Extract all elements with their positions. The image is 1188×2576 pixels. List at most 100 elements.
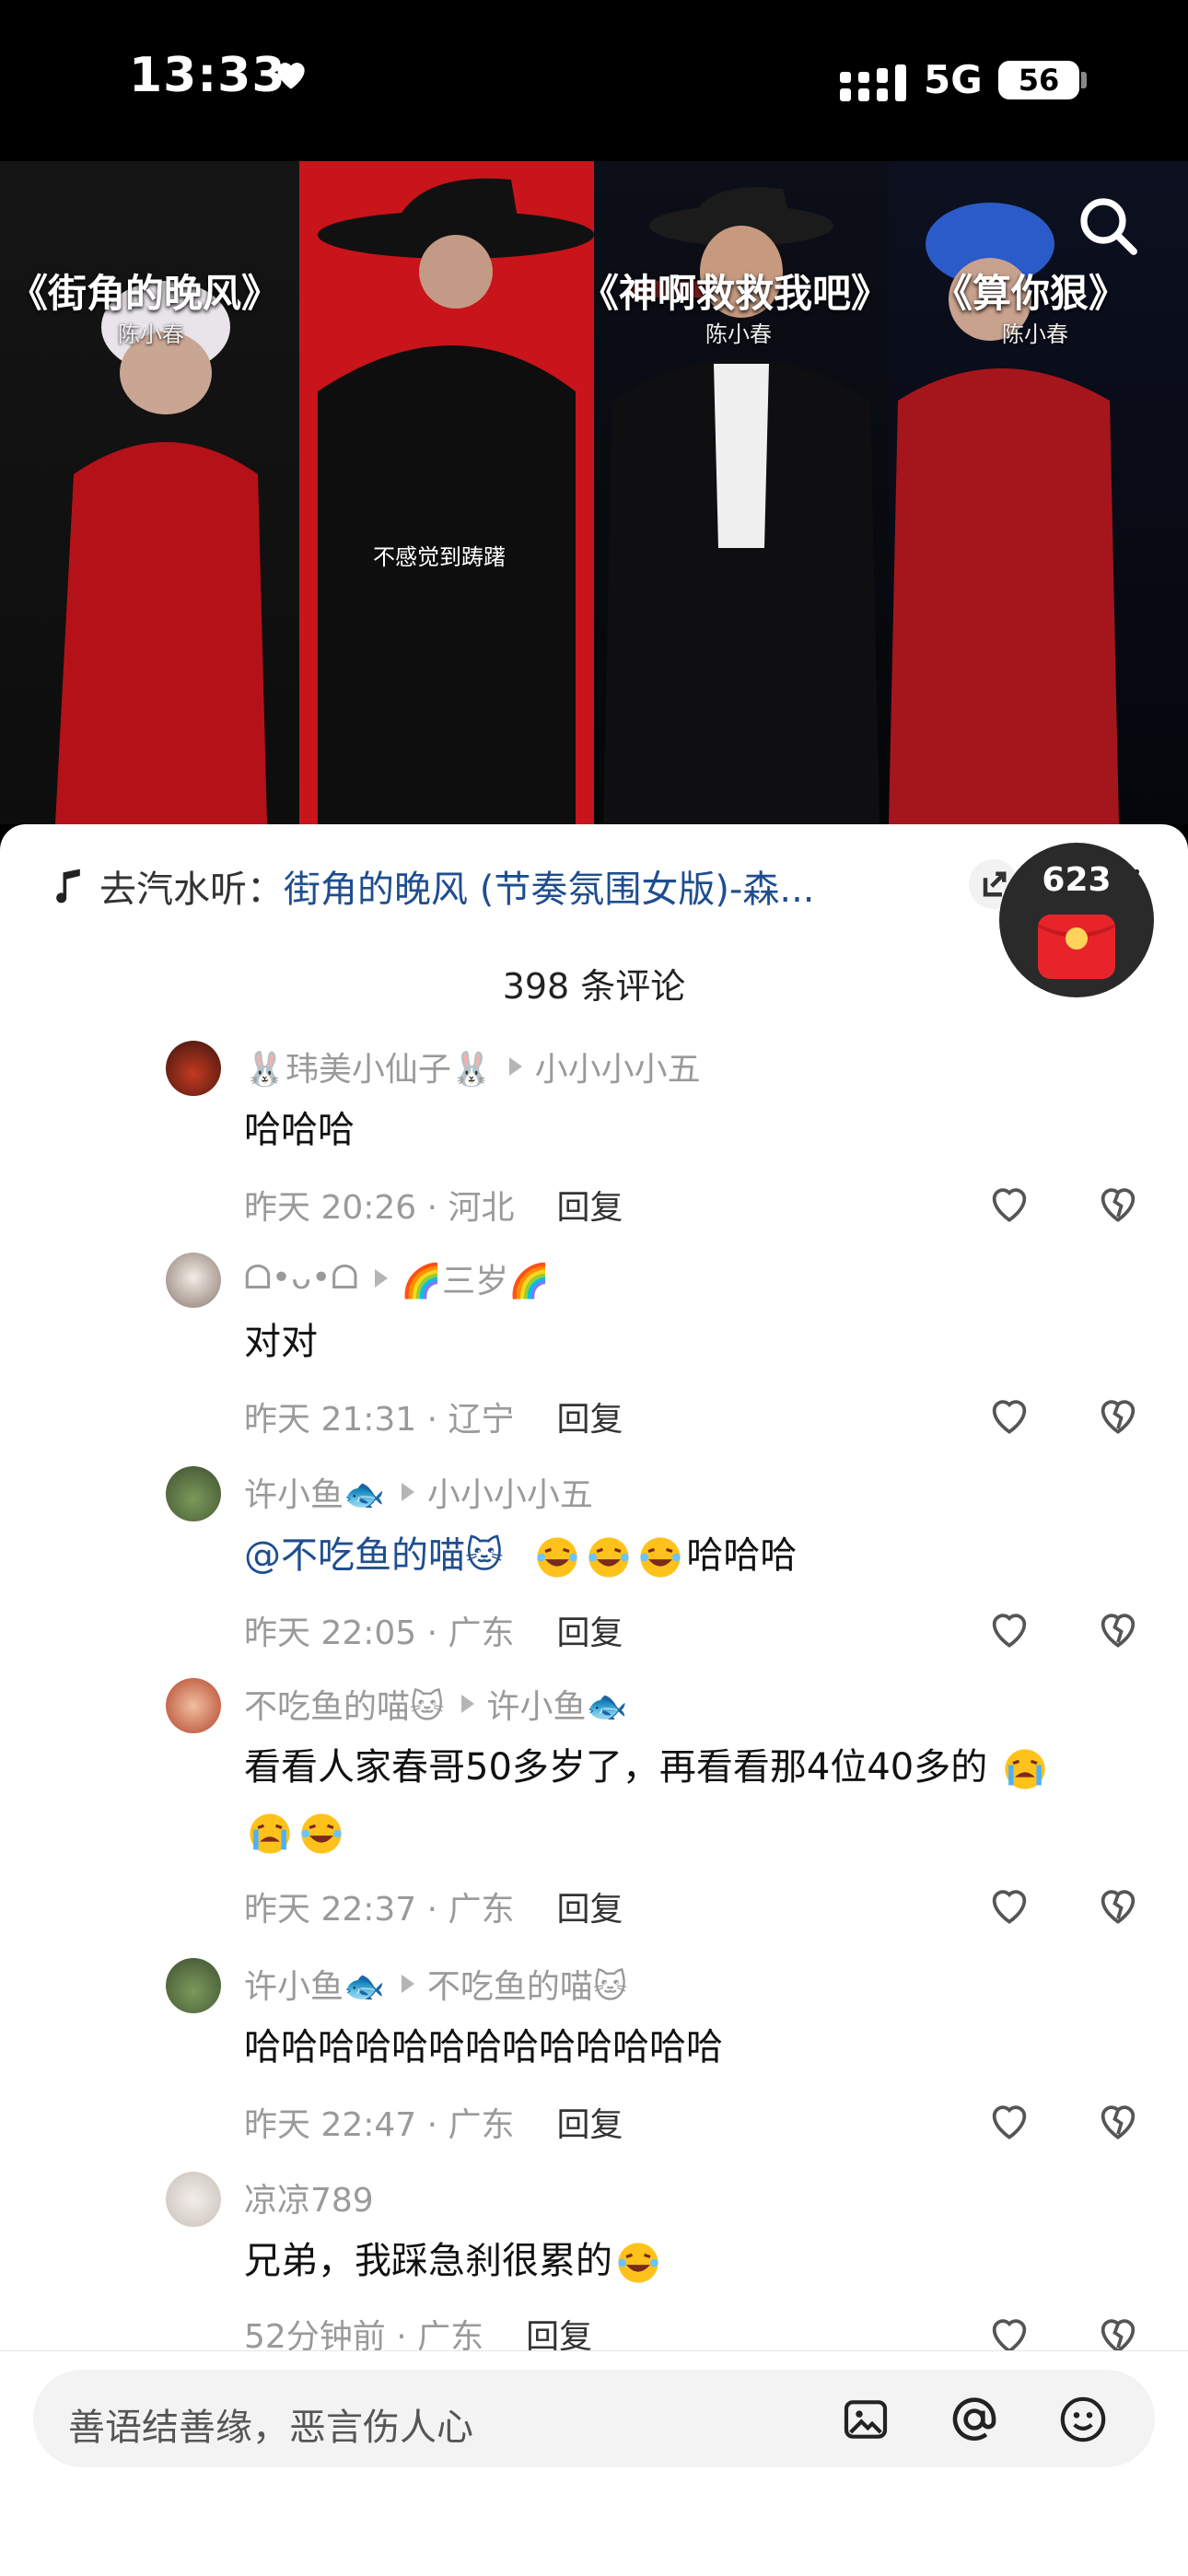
avatar[interactable] <box>166 1253 221 1308</box>
like-icon[interactable] <box>984 1603 1035 1654</box>
laugh-emoji-icon <box>618 2243 658 2283</box>
music-link[interactable]: 去汽水听： 街角的晚风 (节奏氛围女版)-森... <box>48 863 950 909</box>
reply-button[interactable]: 回复 <box>557 1189 623 1227</box>
comment-text: @不吃鱼的喵🐱 哈哈哈 <box>244 1523 1137 1588</box>
laugh-emoji-icon <box>588 1537 630 1578</box>
reply-target[interactable]: 小小小小五 <box>535 1043 701 1090</box>
reply-button[interactable]: 回复 <box>557 1891 623 1929</box>
performer-figure <box>603 187 879 824</box>
comment-username[interactable]: 不吃鱼的喵🐱 <box>244 1680 445 1728</box>
comment-text: 对对 <box>244 1321 318 1363</box>
mention-link[interactable]: @不吃鱼的喵🐱 <box>244 1534 504 1577</box>
avatar[interactable] <box>166 1041 221 1096</box>
comment-meta: 52分钟前 · 广东 回复 <box>244 2310 592 2350</box>
reply-arrow-icon <box>401 1483 414 1501</box>
laugh-emoji-icon <box>537 1537 578 1578</box>
status-time: 13:33 <box>129 48 286 103</box>
comment-username[interactable]: 许小鱼🐟 <box>244 1960 385 2008</box>
signal-icon <box>840 64 906 101</box>
dislike-icon[interactable] <box>1092 1389 1144 1440</box>
like-icon[interactable] <box>984 2094 1035 2146</box>
comment-text: 看看人家春哥50多岁了，再看看那4位40多的 <box>244 1735 1137 1864</box>
reply-arrow-icon <box>375 1269 389 1288</box>
comment-text-main: 兄弟，我踩急刹很累的 <box>244 2240 612 2282</box>
song-artist-3: 陈小春 <box>1002 321 1068 347</box>
reply-target[interactable]: 小小小小五 <box>427 1468 593 1516</box>
battery-tip <box>1081 72 1087 88</box>
avatar[interactable] <box>166 1466 221 1521</box>
dislike-icon[interactable] <box>1092 1603 1144 1654</box>
comment-item: 凉凉789 兄弟，我踩急刹很累的 52分钟前 · 广东 回复 <box>0 2172 1188 2350</box>
dislike-icon[interactable] <box>1092 1177 1144 1229</box>
reply-arrow-icon <box>460 1695 474 1713</box>
avatar[interactable] <box>166 1678 221 1733</box>
comment-count: 398 条评论 <box>502 966 686 1007</box>
comment-text-main: 看看人家春哥50多岁了，再看看那4位40多的 <box>244 1746 988 1789</box>
laugh-emoji-icon <box>301 1813 342 1854</box>
dislike-icon[interactable] <box>1092 2094 1144 2146</box>
reply-button[interactable]: 回复 <box>557 2106 623 2144</box>
red-packet-count: 623 <box>1042 861 1112 899</box>
song-title-1: 《街角的晚风》 <box>9 271 281 316</box>
music-note-icon <box>56 868 80 903</box>
comment-text: 哈哈哈 <box>244 1109 355 1151</box>
battery-level: 56 <box>998 61 1079 99</box>
at-icon[interactable] <box>949 2394 1000 2445</box>
comment-username[interactable]: 🐰玮美小仙子🐰 <box>244 1043 493 1090</box>
comment-meta: 昨天 22:37 · 广东 回复 <box>244 1882 623 1930</box>
comment-time: 昨天 22:37 · 广东 <box>244 1891 515 1929</box>
reply-button[interactable]: 回复 <box>526 2318 592 2350</box>
image-icon[interactable] <box>840 2394 891 2445</box>
comment-username[interactable]: 凉凉789 <box>244 2174 374 2221</box>
performer-figure <box>889 203 1119 824</box>
comment-meta: 昨天 20:26 · 河北 回复 <box>244 1181 623 1229</box>
video-panel-1 <box>0 161 299 824</box>
comment-meta: 昨天 22:05 · 广东 回复 <box>244 1606 623 1654</box>
video-player[interactable]: 不感觉到踌躇 《街角的晚风》 陈小春 《神啊救救我吧》 陈小春 《算你狠》 陈小… <box>0 161 1188 824</box>
comment-time: 52分钟前 · 广东 <box>244 2318 484 2350</box>
video-subtitle: 不感觉到踌躇 <box>373 544 506 570</box>
like-icon[interactable] <box>984 2308 1035 2350</box>
video-panel-2: 不感觉到踌躇 <box>299 161 594 824</box>
song-title-2: 《神啊救救我吧》 <box>580 271 891 316</box>
status-bar: 13:33 5G 56 <box>0 0 1188 161</box>
comment-meta: 昨天 21:31 · 辽宁 回复 <box>244 1393 623 1440</box>
avatar[interactable] <box>166 2172 221 2227</box>
comment-placeholder: 善语结善缘，恶言伤人心 <box>68 2407 473 2449</box>
comment-input[interactable]: 善语结善缘，恶言伤人心 <box>33 2370 1155 2467</box>
comment-time: 昨天 22:47 · 广东 <box>244 2106 515 2144</box>
song-artist-2: 陈小春 <box>705 321 772 347</box>
cry-emoji-icon <box>250 1813 290 1854</box>
music-prefix: 去汽水听： <box>99 868 284 909</box>
comment-text: 兄弟，我踩急刹很累的 <box>244 2229 1137 2293</box>
music-title: 街角的晚风 (节奏氛围女版)-森... <box>284 868 815 909</box>
song-artist-1: 陈小春 <box>118 321 184 347</box>
like-icon[interactable] <box>984 1177 1035 1229</box>
reply-arrow-icon <box>508 1057 522 1076</box>
dislike-icon[interactable] <box>1092 1879 1144 1930</box>
comment-text: 哈哈哈哈哈哈哈哈哈哈哈哈哈 <box>244 2026 723 2069</box>
like-icon[interactable] <box>984 1389 1035 1440</box>
comment-username[interactable]: 许小鱼🐟 <box>244 1468 385 1516</box>
video-panel-3 <box>594 161 889 824</box>
song-title-3: 《算你狠》 <box>934 271 1128 316</box>
video-panel-4 <box>889 161 1188 824</box>
comment-time: 昨天 22:05 · 广东 <box>244 1614 515 1652</box>
comment-time: 昨天 21:31 · 辽宁 <box>244 1401 515 1439</box>
reply-button[interactable]: 回复 <box>557 1614 623 1652</box>
comment-text-tail: 哈哈哈 <box>686 1534 798 1577</box>
reply-arrow-icon <box>401 1975 414 1993</box>
comment-meta: 昨天 22:47 · 广东 回复 <box>244 2098 623 2146</box>
search-icon[interactable] <box>1076 193 1142 260</box>
reply-target[interactable]: 不吃鱼的喵🐱 <box>427 1960 628 2008</box>
reply-target[interactable]: 🌈三岁🌈 <box>401 1254 550 1302</box>
reply-button[interactable]: 回复 <box>557 1401 623 1439</box>
like-icon[interactable] <box>984 1879 1035 1930</box>
emoji-icon[interactable] <box>1057 2394 1109 2445</box>
dislike-icon[interactable] <box>1092 2308 1144 2350</box>
comment-input-bar: 善语结善缘，恶言伤人心 <box>0 2350 1188 2576</box>
avatar[interactable] <box>166 1958 221 2013</box>
comment-username[interactable]: ᗝ•ᴗ•ᗝ <box>244 1259 358 1298</box>
reply-target[interactable]: 许小鱼🐟 <box>487 1680 628 1728</box>
network-type: 5G <box>924 57 983 102</box>
